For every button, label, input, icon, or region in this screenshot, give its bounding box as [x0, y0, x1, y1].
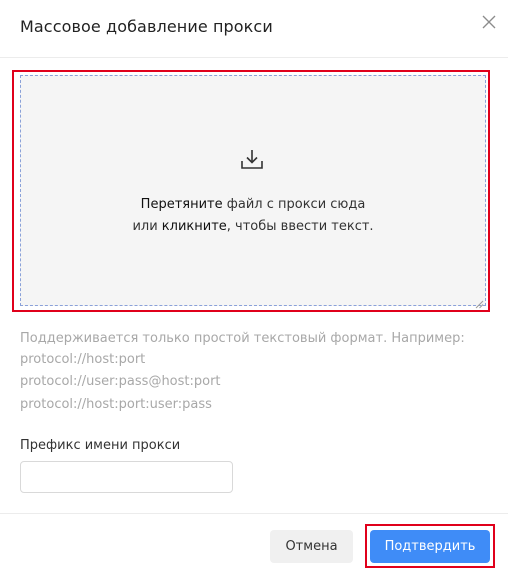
- file-dropzone[interactable]: [20, 75, 486, 306]
- confirm-button[interactable]: Подтвердить: [370, 530, 490, 563]
- format-example: protocol://user:pass@host:port: [20, 374, 221, 389]
- dropzone-instruction-drag: Перетяните файл с прокси сюда: [20, 197, 486, 212]
- click-prefix: или: [132, 219, 162, 234]
- drag-keyword: Перетяните: [140, 197, 223, 212]
- proxy-name-prefix-input[interactable]: [20, 461, 233, 493]
- click-text: , чтобы ввести текст.: [226, 219, 374, 234]
- dropzone-instruction-click: или кликните, чтобы ввести текст.: [20, 219, 486, 234]
- format-hint: Поддерживается только простой текстовый …: [20, 331, 465, 346]
- cancel-button[interactable]: Отмена: [270, 530, 353, 563]
- drag-text: файл с прокси сюда: [222, 197, 366, 212]
- proxy-name-prefix-label: Префикс имени прокси: [20, 438, 181, 453]
- download-icon: [239, 147, 265, 171]
- bulk-add-proxy-dialog: Массовое добавление прокси Перетяните фа…: [0, 0, 508, 571]
- format-example: protocol://host:port:user:pass: [20, 397, 212, 412]
- dialog-header: Массовое добавление прокси: [0, 0, 508, 58]
- click-keyword: кликните: [161, 219, 227, 234]
- close-button[interactable]: [476, 10, 502, 36]
- resize-grip-icon[interactable]: [474, 294, 484, 309]
- format-example: protocol://host:port: [20, 352, 146, 367]
- close-icon: [482, 14, 496, 33]
- dialog-title: Массовое добавление прокси: [20, 17, 273, 36]
